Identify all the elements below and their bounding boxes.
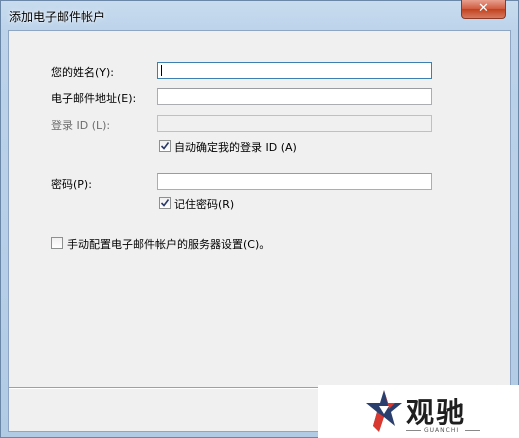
- login-id-input: [157, 115, 432, 132]
- title-bar[interactable]: 添加电子邮件帐户 ✕: [1, 0, 518, 31]
- dialog-body: 您的姓名(Y): 电子邮件地址(E): 登录 ID (L): 自动确定我的登录 …: [8, 30, 511, 432]
- watermark: 观驰 GUANCHI: [318, 385, 519, 438]
- checkmark-icon: [160, 142, 170, 150]
- password-label: 密码(P):: [51, 178, 92, 191]
- password-input[interactable]: [157, 173, 432, 190]
- star-logo-icon: [366, 390, 402, 432]
- close-icon: ✕: [478, 1, 489, 16]
- email-label: 电子邮件地址(E):: [51, 92, 137, 105]
- close-button[interactable]: ✕: [461, 0, 506, 19]
- remember-password-checkbox[interactable]: [159, 197, 171, 209]
- watermark-rule-left: [406, 430, 421, 431]
- watermark-rule-right: [465, 430, 480, 431]
- auto-login-checkbox[interactable]: [159, 140, 171, 152]
- remember-password-label[interactable]: 记住密码(R): [174, 196, 234, 212]
- window-title: 添加电子邮件帐户: [9, 10, 106, 24]
- name-input[interactable]: [157, 62, 432, 79]
- name-label: 您的姓名(Y):: [51, 66, 115, 79]
- text-caret: [161, 65, 162, 76]
- email-input[interactable]: [157, 88, 432, 105]
- auto-login-label[interactable]: 自动确定我的登录 ID (A): [174, 139, 297, 155]
- login-id-label: 登录 ID (L):: [51, 119, 111, 132]
- watermark-brand: 观驰: [406, 396, 467, 429]
- add-email-account-dialog: 添加电子邮件帐户 ✕ 您的姓名(Y): 电子邮件地址(E): 登录 ID (L)…: [0, 0, 519, 438]
- watermark-subtitle: GUANCHI: [424, 427, 460, 434]
- checkmark-icon: [160, 199, 170, 207]
- manual-config-label[interactable]: 手动配置电子邮件帐户的服务器设置(C)。: [67, 236, 270, 252]
- manual-config-checkbox[interactable]: [51, 237, 63, 249]
